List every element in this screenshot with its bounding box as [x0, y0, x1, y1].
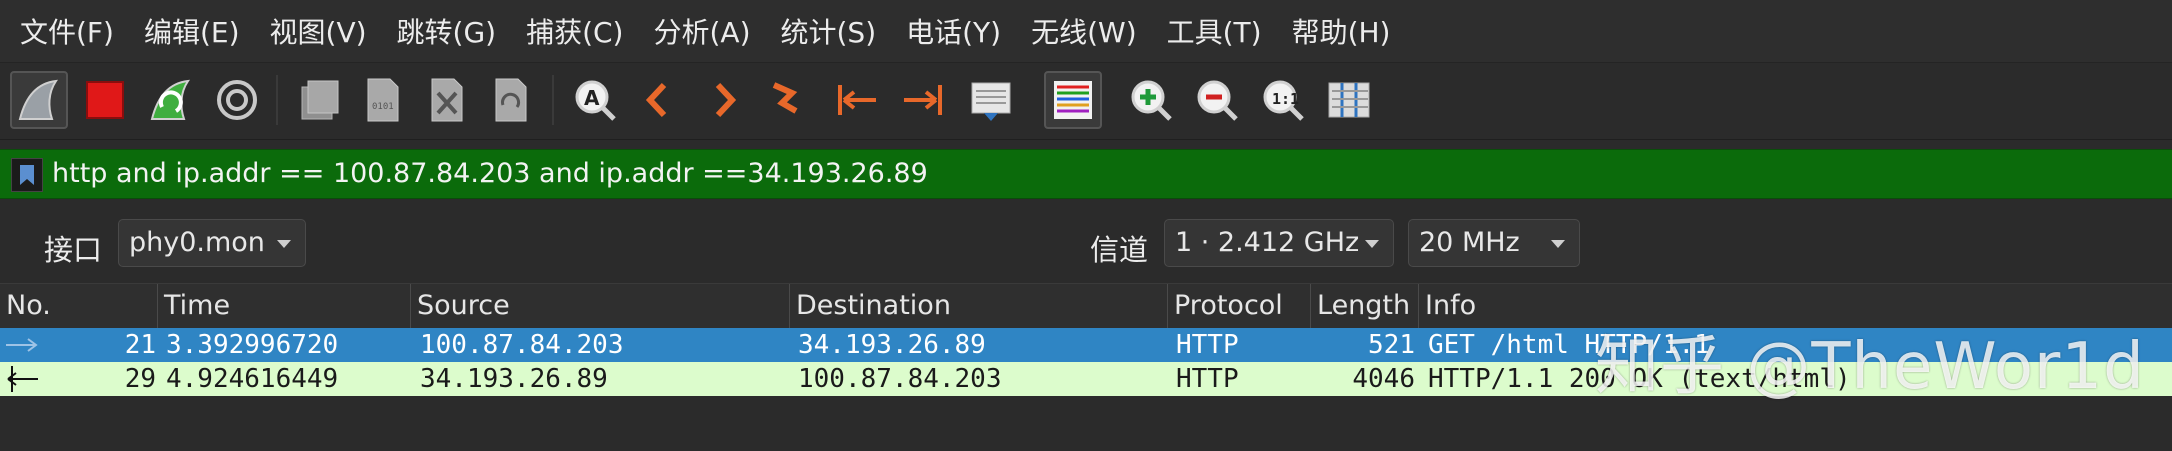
close-file-icon: [431, 78, 463, 122]
go-to-packet-icon: [772, 82, 798, 114]
menu-edit[interactable]: 编辑(E): [124, 11, 240, 51]
request-arrow-icon: [6, 338, 38, 352]
menu-view[interactable]: 视图(V): [250, 11, 367, 51]
go-to-packet-button[interactable]: [758, 71, 816, 129]
interface-select[interactable]: phy0.mon: [118, 219, 306, 267]
auto-scroll-button[interactable]: [962, 71, 1020, 129]
svg-text:0101: 0101: [372, 102, 394, 112]
open-file-icon: [301, 80, 339, 120]
packet-length: 4046: [1352, 364, 1415, 394]
restart-capture-icon: [150, 79, 191, 120]
zoom-in-button[interactable]: [1122, 71, 1180, 129]
packet-no: 21: [124, 330, 156, 360]
find-packet-icon: A: [575, 80, 616, 121]
toolbar-separator: [276, 75, 278, 125]
channel-width-select[interactable]: 20 MHz: [1408, 219, 1580, 267]
go-forward-button[interactable]: [694, 71, 752, 129]
resize-columns-button[interactable]: [1320, 71, 1378, 129]
menu-go[interactable]: 跳转(G): [377, 11, 497, 51]
packet-protocol: HTTP: [1176, 364, 1239, 394]
save-file-button[interactable]: 0101: [354, 71, 412, 129]
filter-bookmark-button[interactable]: [11, 158, 43, 192]
packet-source: 100.87.84.203: [420, 330, 624, 360]
reload-file-icon: [495, 78, 527, 122]
close-file-button[interactable]: [418, 71, 476, 129]
go-back-button[interactable]: [630, 71, 688, 129]
column-header-protocol[interactable]: Protocol: [1168, 284, 1311, 328]
go-back-icon: [645, 82, 667, 118]
channel-label: 信道: [1090, 233, 1149, 267]
wireless-toolbar: 接口 phy0.mon 信道 1 · 2.412 GHz 20 MHz: [0, 207, 2172, 277]
chevron-down-icon: [277, 240, 291, 248]
capture-options-button[interactable]: [208, 71, 266, 129]
packet-destination: 100.87.84.203: [798, 364, 1002, 394]
normal-size-button[interactable]: 1:1: [1254, 71, 1312, 129]
colorize-button[interactable]: [1044, 71, 1102, 129]
response-arrow-icon: [7, 366, 38, 392]
stop-capture-button[interactable]: [76, 71, 134, 129]
packet-protocol: HTTP: [1176, 330, 1239, 360]
menu-telephony[interactable]: 电话(Y): [886, 11, 1001, 51]
column-header-source[interactable]: Source: [411, 284, 790, 328]
normal-size-icon: 1:1: [1263, 80, 1304, 121]
start-capture-button[interactable]: [10, 71, 68, 129]
display-filter-input[interactable]: http and ip.addr == 100.87.84.203 and ip…: [52, 150, 928, 198]
column-header-destination[interactable]: Destination: [790, 284, 1168, 328]
reload-file-button[interactable]: [482, 71, 540, 129]
restart-capture-button[interactable]: [142, 71, 200, 129]
chevron-down-icon: [1551, 240, 1565, 248]
menu-help[interactable]: 帮助(H): [1272, 11, 1391, 51]
find-packet-button[interactable]: A: [566, 71, 624, 129]
channel-select-value: 1 · 2.412 GHz: [1175, 227, 1360, 258]
menu-capture[interactable]: 捕获(C): [506, 11, 623, 51]
display-filter-bar: http and ip.addr == 100.87.84.203 and ip…: [0, 149, 2172, 199]
packet-time: 3.392996720: [166, 330, 339, 360]
menu-statistics[interactable]: 统计(S): [761, 11, 877, 51]
watermark: 知乎 @TheWor1d: [1595, 330, 2145, 404]
zoom-out-button[interactable]: [1188, 71, 1246, 129]
channel-width-value: 20 MHz: [1419, 227, 1520, 258]
open-file-button[interactable]: [290, 71, 348, 129]
zoom-out-icon: [1197, 80, 1238, 121]
interface-label: 接口: [44, 233, 103, 267]
packet-no: 29: [124, 364, 156, 394]
colorize-icon: [1054, 81, 1092, 119]
capture-options-gear-icon: [217, 80, 257, 120]
packet-time: 4.924616449: [166, 364, 339, 394]
menu-wireless[interactable]: 无线(W): [1011, 11, 1137, 51]
packet-destination: 34.193.26.89: [798, 330, 986, 360]
stop-square-icon: [86, 81, 124, 119]
channel-select[interactable]: 1 · 2.412 GHz: [1164, 219, 1394, 267]
first-packet-icon: [838, 85, 876, 115]
go-forward-icon: [715, 82, 737, 118]
auto-scroll-icon: [971, 82, 1011, 121]
menu-tools[interactable]: 工具(T): [1147, 11, 1262, 51]
last-packet-icon: [904, 85, 942, 115]
main-toolbar: 0101 A 1:1: [0, 62, 2172, 140]
menu-file[interactable]: 文件(F): [0, 11, 114, 51]
menu-analyze[interactable]: 分析(A): [633, 11, 750, 51]
column-header-time[interactable]: Time: [158, 284, 411, 328]
svg-text:1:1: 1:1: [1272, 90, 1299, 108]
zoom-in-icon: [1131, 80, 1172, 121]
interface-select-value: phy0.mon: [129, 227, 265, 258]
first-packet-button[interactable]: [828, 71, 886, 129]
save-file-icon: 0101: [367, 78, 399, 122]
resize-columns-icon: [1328, 82, 1370, 118]
packet-length: 521: [1368, 330, 1415, 360]
menu-bar: 文件(F) 编辑(E) 视图(V) 跳转(G) 捕获(C) 分析(A) 统计(S…: [0, 0, 2172, 62]
bookmark-icon: [20, 165, 34, 185]
column-header-length[interactable]: Length: [1311, 284, 1419, 328]
column-header-no[interactable]: No.: [0, 284, 158, 328]
packet-source: 34.193.26.89: [420, 364, 608, 394]
last-packet-button[interactable]: [894, 71, 952, 129]
chevron-down-icon: [1365, 240, 1379, 248]
shark-fin-start-icon: [18, 79, 59, 120]
toolbar-separator: [552, 75, 554, 125]
svg-text:A: A: [584, 86, 600, 110]
